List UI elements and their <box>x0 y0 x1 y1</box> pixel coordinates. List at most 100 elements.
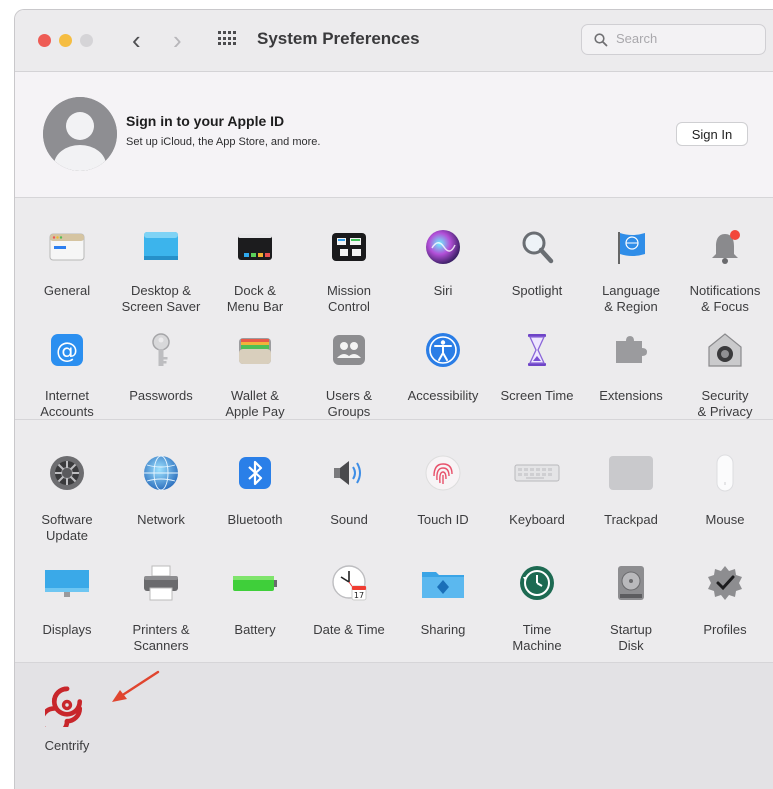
pane-label: Language & Region <box>602 283 660 314</box>
minimize-window-button[interactable] <box>59 34 72 47</box>
pane-label: Trackpad <box>604 512 658 527</box>
apple-id-subtext: Set up iCloud, the App Store, and more. <box>126 136 321 148</box>
pane-label: Mouse <box>705 512 745 527</box>
search-icon <box>594 33 608 47</box>
pane-sharing[interactable]: Sharing <box>396 560 490 650</box>
pane-notifications[interactable]: Notifications & Focus <box>678 223 772 314</box>
pane-label: Passwords <box>129 388 193 403</box>
pane-label: Dock & Menu Bar <box>226 283 284 314</box>
pane-security-privacy[interactable]: Security & Privacy <box>678 328 772 419</box>
avatar[interactable] <box>43 97 117 171</box>
pane-spotlight[interactable]: Spotlight <box>490 223 584 308</box>
pane-trackpad[interactable]: Trackpad <box>584 450 678 545</box>
window-title: System Preferences <box>257 29 420 48</box>
dock-menubar-icon <box>238 234 272 260</box>
siri-icon <box>426 230 460 264</box>
printers-scanners-icon <box>144 565 178 601</box>
pane-network[interactable]: Network <box>114 450 208 545</box>
pane-touch-id[interactable]: Touch ID <box>396 450 490 545</box>
pane-users-groups[interactable]: Users & Groups <box>302 328 396 419</box>
pane-desktop-screensaver[interactable]: Desktop & Screen Saver <box>114 223 208 314</box>
mouse-icon <box>716 454 734 492</box>
sign-in-button[interactable]: Sign In <box>676 122 748 146</box>
forward-icon[interactable]: › <box>173 25 182 55</box>
toolbar: ‹ › System Preferences <box>15 10 773 72</box>
pane-extensions[interactable]: Extensions <box>584 328 678 413</box>
notifications-icon <box>712 230 740 264</box>
keyboard-icon <box>514 464 560 482</box>
time-machine-icon <box>520 566 554 600</box>
pane-date-time[interactable]: 17 Date & Time <box>302 560 396 650</box>
pane-battery[interactable]: Battery <box>208 560 302 650</box>
pane-label: Network <box>137 512 185 527</box>
pane-label: Printers & Scanners <box>132 622 190 653</box>
calendar-day: 17 <box>354 591 364 600</box>
security-privacy-icon <box>708 333 742 367</box>
spotlight-icon <box>522 231 554 264</box>
pane-label: Displays <box>42 622 92 637</box>
pane-bluetooth[interactable]: Bluetooth <box>208 450 302 545</box>
pane-label: Spotlight <box>511 283 563 298</box>
pane-label: Desktop & Screen Saver <box>121 283 201 314</box>
pane-centrify[interactable]: Centrify <box>20 681 114 761</box>
pane-label: Extensions <box>599 388 663 403</box>
show-all-grid-icon[interactable] <box>218 31 237 46</box>
pane-internet-accounts[interactable]: @ Internet Accounts <box>20 328 114 419</box>
pane-time-machine[interactable]: Time Machine <box>490 560 584 653</box>
bluetooth-icon <box>239 457 271 489</box>
pane-label: Wallet & Apple Pay <box>225 388 285 419</box>
pane-label: Touch ID <box>417 512 469 527</box>
pane-software-update[interactable]: Software Update <box>20 450 114 545</box>
pane-mission-control[interactable]: Mission Control <box>302 223 396 314</box>
pane-label: Sharing <box>420 622 466 637</box>
close-window-button[interactable] <box>38 34 51 47</box>
pane-label: Screen Time <box>500 388 574 403</box>
pane-profiles[interactable]: Profiles <box>678 560 772 650</box>
software-update-icon <box>50 456 84 490</box>
sound-icon <box>334 461 361 485</box>
internet-accounts-icon: @ <box>51 334 83 366</box>
pane-language-region[interactable]: Language & Region <box>584 223 678 314</box>
trackpad-icon <box>609 456 653 490</box>
back-icon[interactable]: ‹ <box>132 25 141 55</box>
pane-startup-disk[interactable]: Startup Disk <box>584 560 678 653</box>
pane-label: Software Update <box>41 512 93 543</box>
zoom-window-button[interactable] <box>80 34 93 47</box>
accessibility-icon <box>426 333 460 367</box>
pane-label: Accessibility <box>407 388 479 403</box>
pane-label: Internet Accounts <box>40 388 94 419</box>
wallet-icon <box>239 338 271 364</box>
svg-text:@: @ <box>56 339 78 364</box>
pane-sound[interactable]: Sound <box>302 450 396 545</box>
general-icon <box>49 233 85 261</box>
mission-control-icon <box>332 233 366 261</box>
pane-label: Profiles <box>703 622 747 637</box>
pane-label: Battery <box>234 622 276 637</box>
pane-label: Bluetooth <box>227 512 283 527</box>
pane-label: Notifications & Focus <box>689 283 761 314</box>
pane-mouse[interactable]: Mouse <box>678 450 772 545</box>
desktop-screensaver-icon <box>144 232 178 260</box>
pane-dock-menubar[interactable]: Dock & Menu Bar <box>208 223 302 314</box>
pane-accessibility[interactable]: Accessibility <box>396 328 490 413</box>
pane-keyboard[interactable]: Keyboard <box>490 450 584 545</box>
search-input[interactable] <box>614 30 758 47</box>
pane-wallet[interactable]: Wallet & Apple Pay <box>208 328 302 419</box>
search-field[interactable] <box>581 24 766 55</box>
pane-passwords[interactable]: Passwords <box>114 328 208 413</box>
startup-disk-icon <box>618 566 644 600</box>
screen-time-icon <box>528 334 546 366</box>
pane-label: Time Machine <box>512 622 562 653</box>
network-icon <box>144 455 178 491</box>
battery-icon <box>233 576 277 591</box>
pane-printers-scanners[interactable]: Printers & Scanners <box>114 560 208 653</box>
pane-general[interactable]: General <box>20 223 114 308</box>
pane-screen-time[interactable]: Screen Time <box>490 328 584 413</box>
annotation-arrow-icon <box>112 670 160 702</box>
pane-displays[interactable]: Displays <box>20 560 114 650</box>
pane-label: Mission Control <box>326 283 372 314</box>
apple-id-banner: Sign in to your Apple ID Set up iCloud, … <box>15 72 773 198</box>
personal-prefs-section: General Desktop & Screen Saver Dock & Me… <box>15 198 773 420</box>
users-groups-icon <box>333 335 365 365</box>
pane-siri[interactable]: Siri <box>396 223 490 308</box>
